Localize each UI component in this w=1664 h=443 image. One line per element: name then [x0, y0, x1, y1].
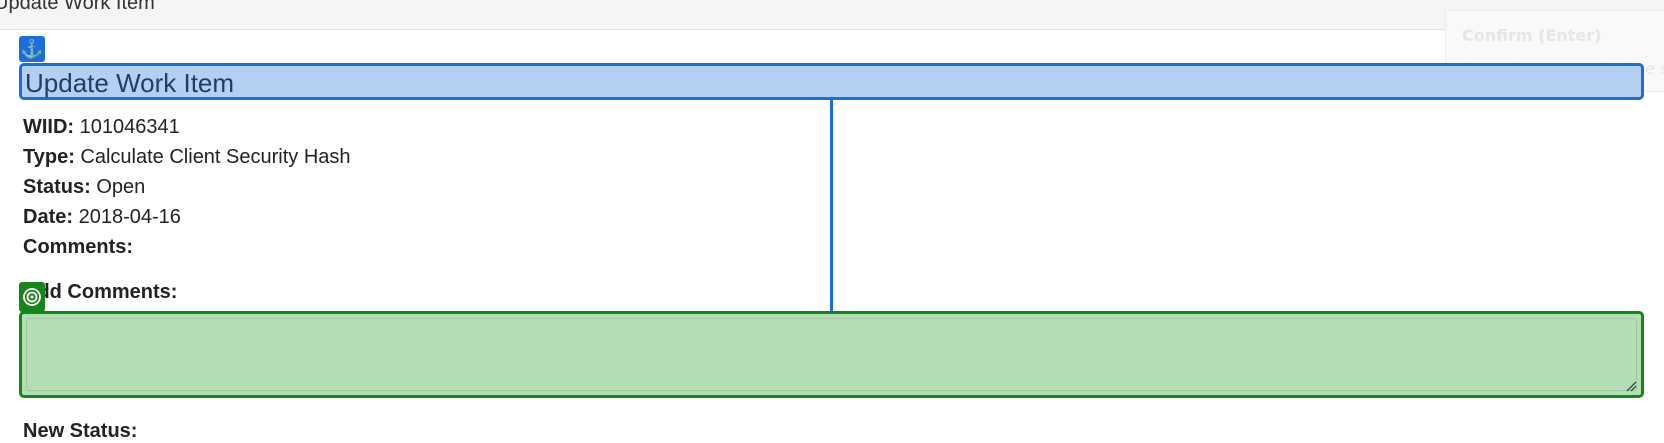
status-label: Status:: [23, 176, 91, 198]
wiid-value: 101046341: [79, 116, 180, 138]
target-icon: [19, 282, 45, 312]
connector-line: [830, 100, 833, 311]
add-comments-label: Add Comments:: [23, 281, 178, 303]
date-field: Date: 2018-04-16: [23, 206, 181, 229]
page-title: Update Work Item: [25, 68, 235, 98]
add-comments-textarea[interactable]: [19, 311, 1644, 398]
heading-highlight[interactable]: Update Work Item: [19, 63, 1644, 100]
anchor-icon: ⚓: [19, 36, 45, 62]
new-status-label: New Status:: [23, 420, 138, 442]
date-label: Date:: [23, 206, 74, 228]
wiid-label: WIID:: [23, 116, 75, 138]
type-value: Calculate Client Security Hash: [80, 146, 351, 168]
type-label: Type:: [23, 146, 75, 168]
tooltip-title: Confirm (Enter): [1462, 26, 1602, 45]
resize-grip-icon[interactable]: [1625, 380, 1637, 392]
date-value: 2018-04-16: [78, 206, 181, 228]
type-field: Type: Calculate Client Security Hash: [23, 146, 351, 169]
status-value: Open: [96, 176, 146, 198]
comments-label: Comments:: [23, 236, 134, 258]
wiid-field: WIID: 101046341: [23, 116, 180, 139]
textarea-inner[interactable]: [26, 318, 1637, 391]
comments-field: Comments:: [23, 236, 133, 259]
window-titlebar: Update Work Item: [0, 0, 1664, 30]
status-field: Status: Open: [23, 176, 145, 199]
window-title: Update Work Item: [0, 0, 155, 14]
